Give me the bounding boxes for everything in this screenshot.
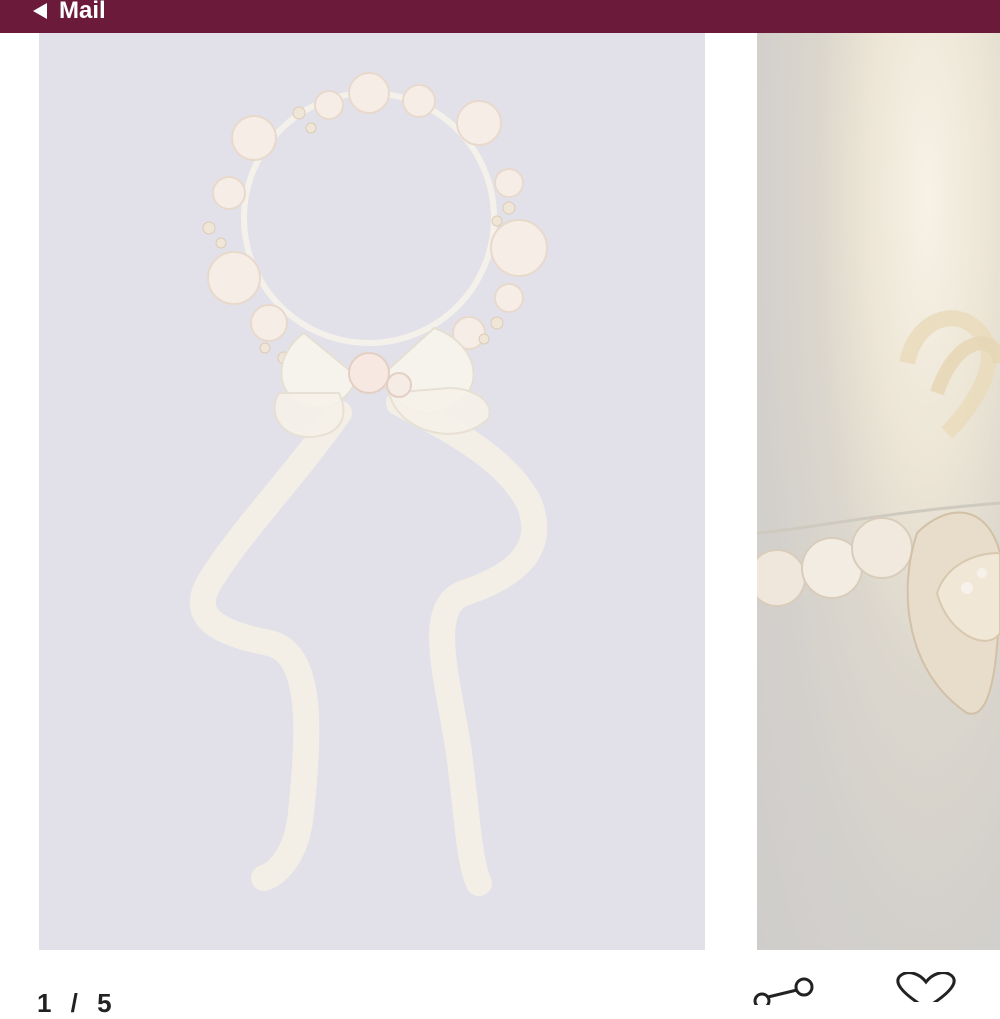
gallery-footer: 1 / 5 — [0, 950, 1000, 1018]
image-gallery[interactable] — [0, 33, 1000, 950]
share-icon[interactable] — [752, 975, 822, 1005]
product-image-detail[interactable] — [757, 33, 1000, 950]
back-triangle-icon — [33, 3, 47, 19]
top-bar: Mail — [0, 0, 1000, 33]
image-counter: 1 / 5 — [37, 988, 118, 1018]
product-image-main[interactable] — [39, 33, 705, 950]
heart-icon[interactable] — [890, 972, 962, 1002]
floral-crown-illustration — [39, 33, 705, 950]
back-to-mail-button[interactable]: Mail — [33, 0, 106, 26]
detail-closeup-illustration — [757, 310, 1000, 715]
back-label: Mail — [59, 0, 106, 24]
